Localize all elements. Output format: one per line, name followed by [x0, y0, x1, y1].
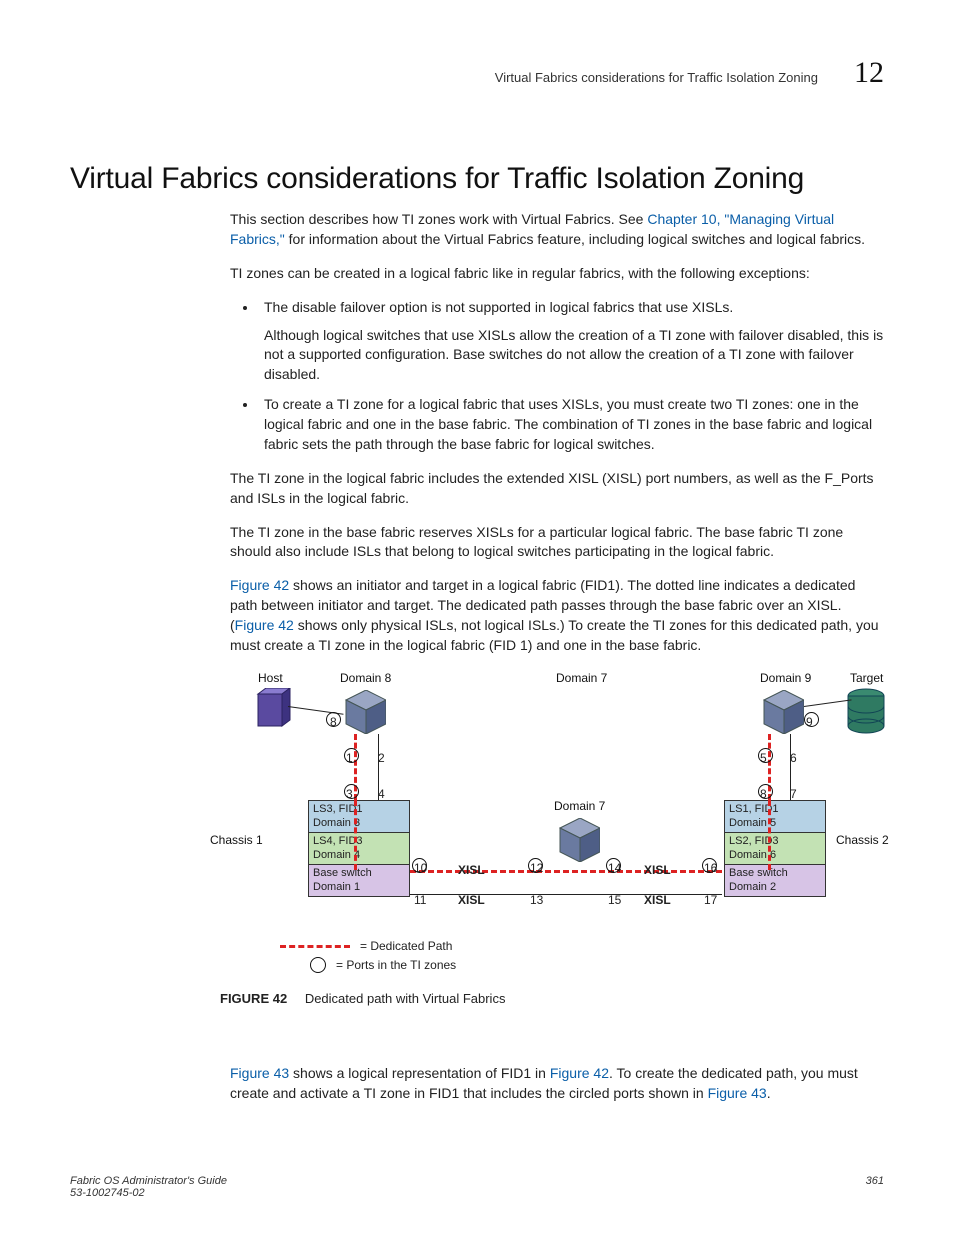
- legend-text: = Ports in the TI zones: [336, 957, 456, 974]
- xisl-label: XISL: [644, 892, 671, 909]
- dedicated-path: [354, 800, 357, 870]
- figure-legend: = Dedicated Path = Ports in the TI zones: [220, 936, 456, 976]
- text: The disable failover option is not suppo…: [264, 298, 884, 318]
- label-chassis-1: Chassis 1: [210, 832, 263, 849]
- stack-row: Base switchDomain 2: [725, 864, 825, 896]
- legend-ring-icon: [310, 957, 326, 973]
- port-number: 13: [530, 892, 543, 909]
- doc-number: 53-1002745-02: [70, 1187, 145, 1199]
- xref-figure-42[interactable]: Figure 42: [550, 1065, 609, 1081]
- host-icon: [248, 688, 292, 732]
- footer-left: Fabric OS Administrator's Guide 53-10027…: [70, 1175, 227, 1199]
- stack-row: LS1, FID1Domain 5: [725, 801, 825, 832]
- exception-list: The disable failover option is not suppo…: [230, 298, 884, 455]
- ti-port-ring: [412, 858, 427, 873]
- label-domain-8: Domain 8: [340, 670, 391, 687]
- body-column: This section describes how TI zones work…: [230, 210, 884, 1104]
- ti-port-ring: [344, 784, 359, 799]
- paragraph: The TI zone in the base fabric reserves …: [230, 523, 884, 563]
- book-title: Fabric OS Administrator's Guide: [70, 1175, 227, 1187]
- dedicated-path: [410, 870, 722, 873]
- stack-row: Base switchDomain 1: [309, 864, 409, 896]
- chassis-1-stack: LS3, FID1Domain 3 LS4, FID3Domain 4 Base…: [308, 800, 410, 897]
- running-title: Virtual Fabrics considerations for Traff…: [495, 70, 818, 85]
- intro-paragraph-1: This section describes how TI zones work…: [230, 210, 884, 250]
- stack-row: LS2, FID3Domain 6: [725, 832, 825, 864]
- paragraph: The TI zone in the logical fabric includ…: [230, 469, 884, 509]
- xisl-line: [410, 894, 722, 895]
- ti-port-ring: [702, 858, 717, 873]
- paragraph: Figure 42 shows an initiator and target …: [230, 576, 884, 656]
- target-icon: [846, 688, 886, 734]
- text: for information about the Virtual Fabric…: [285, 231, 865, 247]
- figure-42: Host Domain 8 Domain 7 Domain 9 Target: [230, 670, 884, 1050]
- xref-figure-43[interactable]: Figure 43: [230, 1065, 289, 1081]
- figure-caption-text: Dedicated path with Virtual Fabrics: [305, 991, 506, 1006]
- port-number: 6: [790, 750, 797, 767]
- xisl-label: XISL: [644, 862, 671, 879]
- switch-domain-7-icon: [556, 818, 600, 862]
- port-number: 15: [608, 892, 621, 909]
- figure-caption: FIGURE 42 Dedicated path with Virtual Fa…: [220, 990, 505, 1008]
- page-footer: Fabric OS Administrator's Guide 53-10027…: [70, 1175, 884, 1199]
- legend-row: = Ports in the TI zones: [280, 957, 456, 974]
- ti-port-ring: [528, 858, 543, 873]
- port-number: 2: [378, 750, 385, 767]
- stack-row: LS3, FID1Domain 3: [309, 801, 409, 832]
- ti-port-ring: [804, 712, 819, 727]
- text: .: [767, 1085, 771, 1101]
- link-line: [804, 699, 852, 707]
- intro-paragraph-2: TI zones can be created in a logical fab…: [230, 264, 884, 284]
- label-domain-7: Domain 7: [554, 798, 605, 815]
- label-host: Host: [258, 670, 283, 687]
- port-number: 17: [704, 892, 717, 909]
- xisl-label: XISL: [458, 862, 485, 879]
- legend-dash-icon: [280, 945, 350, 948]
- closing-paragraph: Figure 43 shows a logical representation…: [230, 1064, 884, 1104]
- ti-port-ring: [344, 748, 359, 763]
- stack-row: LS4, FID3Domain 4: [309, 832, 409, 864]
- running-header: Virtual Fabrics considerations for Traff…: [70, 56, 884, 90]
- text: shows only physical ISLs, not logical IS…: [230, 617, 879, 653]
- chapter-number: 12: [854, 56, 884, 90]
- ti-port-ring: [758, 748, 773, 763]
- page: Virtual Fabrics considerations for Traff…: [0, 0, 954, 1235]
- switch-domain-8-icon: [342, 690, 386, 734]
- legend-text: = Dedicated Path: [360, 938, 452, 955]
- xref-figure-42[interactable]: Figure 42: [230, 577, 289, 593]
- xref-figure-43[interactable]: Figure 43: [708, 1085, 767, 1101]
- label-target: Target: [850, 670, 883, 687]
- list-item: To create a TI zone for a logical fabric…: [258, 395, 884, 455]
- label-chassis-2: Chassis 2: [836, 832, 889, 849]
- text: shows a logical representation of FID1 i…: [289, 1065, 550, 1081]
- label-domain-9: Domain 9: [760, 670, 811, 687]
- port-number: 11: [414, 892, 426, 909]
- text: This section describes how TI zones work…: [230, 211, 647, 227]
- text: Although logical switches that use XISLs…: [264, 326, 884, 386]
- page-title: Virtual Fabrics considerations for Traff…: [70, 162, 884, 196]
- switch-domain-9-icon: [760, 690, 804, 734]
- figure-caption-label: FIGURE 42: [220, 991, 287, 1006]
- label-domain-7: Domain 7: [556, 670, 607, 687]
- ti-port-ring: [758, 784, 773, 799]
- xisl-label: XISL: [458, 892, 485, 909]
- text: To create a TI zone for a logical fabric…: [264, 395, 884, 455]
- ti-port-ring: [606, 858, 621, 873]
- dedicated-path: [768, 800, 771, 870]
- port-number: 7: [790, 786, 797, 803]
- chassis-2-stack: LS1, FID1Domain 5 LS2, FID3Domain 6 Base…: [724, 800, 826, 897]
- ti-port-ring: [326, 712, 341, 727]
- page-number: 361: [866, 1175, 884, 1199]
- list-item: The disable failover option is not suppo…: [258, 298, 884, 386]
- xref-figure-42[interactable]: Figure 42: [235, 617, 294, 633]
- port-number: 4: [378, 786, 385, 803]
- legend-row: = Dedicated Path: [280, 938, 456, 955]
